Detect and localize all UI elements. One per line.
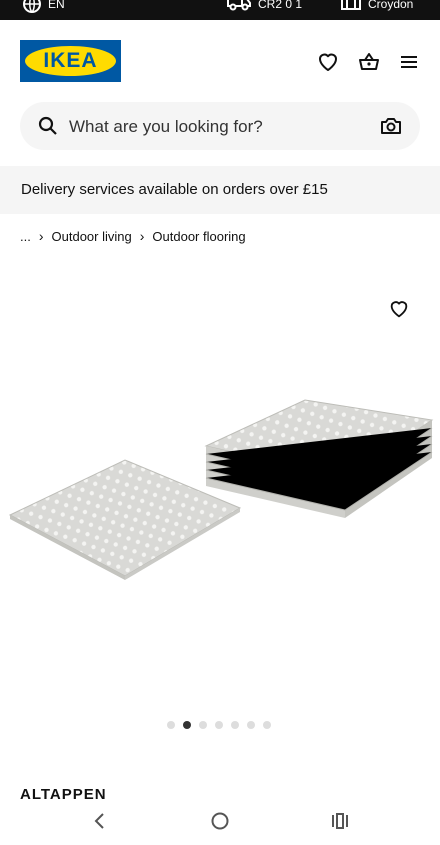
- back-icon[interactable]: [92, 811, 108, 831]
- search-icon[interactable]: [38, 116, 58, 136]
- tile-stack: [204, 399, 434, 518]
- postcode-label: CR2 0 1: [258, 0, 303, 11]
- truck-icon: [227, 0, 251, 11]
- search-placeholder[interactable]: What are you looking for?: [69, 117, 263, 137]
- basket-icon[interactable]: [357, 50, 381, 74]
- site-header: IKEA: [0, 20, 440, 100]
- carousel-dot[interactable]: [263, 721, 271, 729]
- globe-icon: [23, 0, 41, 13]
- breadcrumb-item-outdoor-living[interactable]: Outdoor living: [52, 229, 132, 244]
- single-tile: [8, 459, 242, 580]
- chevron-right-icon: ›: [139, 228, 145, 244]
- ikea-logo[interactable]: IKEA: [20, 40, 121, 82]
- language-selector[interactable]: EN: [22, 0, 65, 14]
- carousel-dot[interactable]: [231, 721, 239, 729]
- store-label: Croydon: [368, 0, 414, 11]
- logo-oval: IKEA: [25, 46, 116, 76]
- delivery-banner[interactable]: Delivery services available on orders ov…: [0, 166, 440, 214]
- home-icon[interactable]: [210, 811, 230, 831]
- menu-icon[interactable]: [397, 50, 421, 74]
- top-utility-bar: EN CR2 0 1 Croydon: [0, 0, 440, 20]
- carousel-dot-active[interactable]: [183, 721, 191, 729]
- carousel-dot[interactable]: [199, 721, 207, 729]
- language-label: EN: [48, 0, 65, 11]
- breadcrumb: ... › Outdoor living › Outdoor flooring: [20, 228, 246, 244]
- favourite-heart-icon[interactable]: [388, 298, 410, 320]
- logo-text: IKEA: [43, 49, 98, 72]
- product-name: ALTAPPEN: [20, 786, 107, 800]
- breadcrumb-ellipsis[interactable]: ...: [20, 229, 31, 244]
- delivery-postcode[interactable]: CR2 0 1: [226, 0, 302, 14]
- carousel-dot[interactable]: [215, 721, 223, 729]
- search-bar[interactable]: What are you looking for?: [20, 102, 420, 150]
- heart-icon[interactable]: [316, 50, 340, 74]
- store-icon: [341, 0, 361, 10]
- breadcrumb-item-outdoor-flooring[interactable]: Outdoor flooring: [152, 229, 245, 244]
- product-image[interactable]: [0, 380, 440, 660]
- store-selector[interactable]: Croydon: [340, 0, 413, 14]
- delivery-banner-text: Delivery services available on orders ov…: [21, 181, 328, 198]
- chevron-right-icon: ›: [38, 228, 44, 244]
- camera-icon[interactable]: [380, 116, 402, 136]
- recents-icon[interactable]: [330, 811, 350, 831]
- image-carousel-dots: [167, 721, 271, 729]
- carousel-dot[interactable]: [247, 721, 255, 729]
- system-navigation-bar: [0, 800, 440, 845]
- carousel-dot[interactable]: [167, 721, 175, 729]
